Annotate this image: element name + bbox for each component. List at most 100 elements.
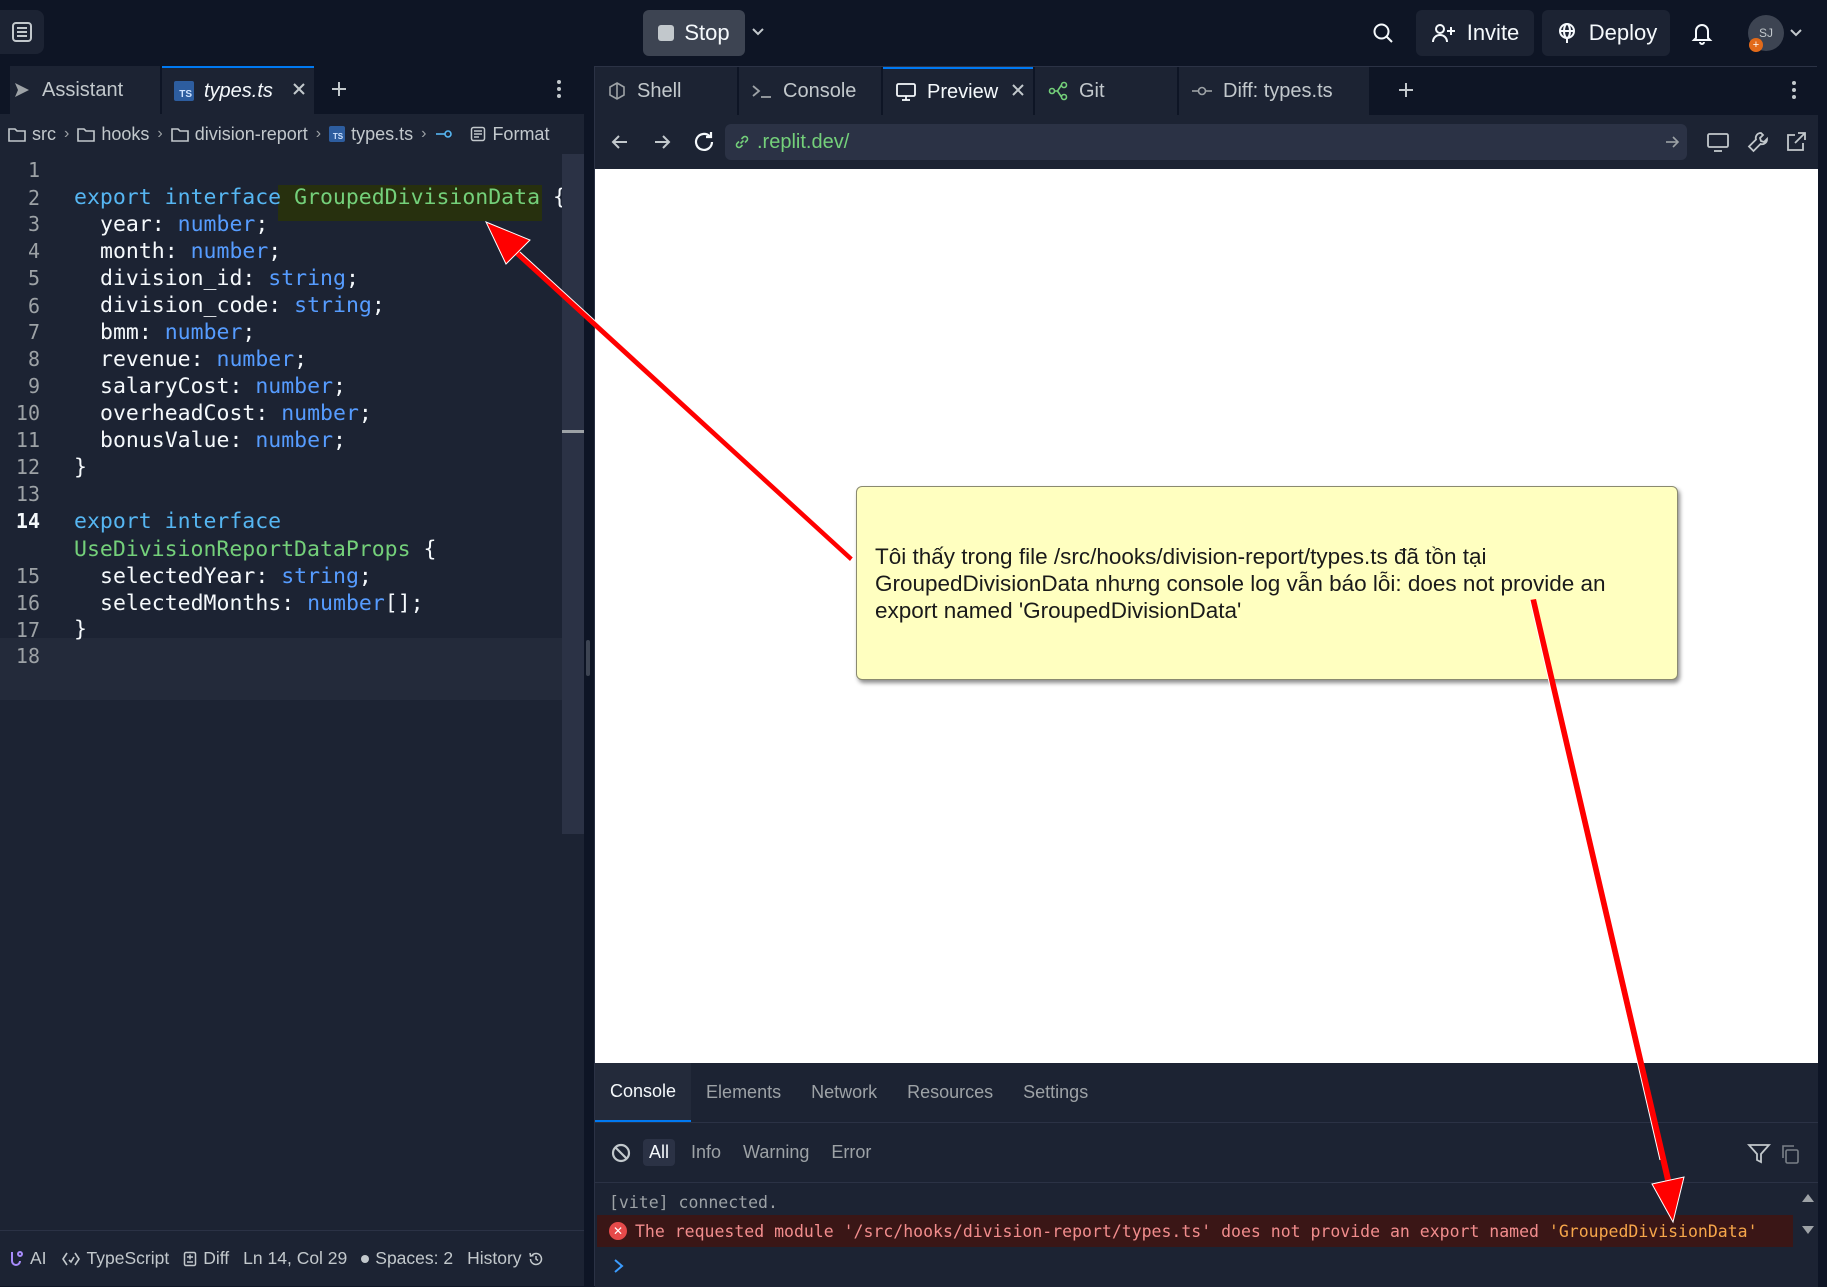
breadcrumb-hooks[interactable]: hooks xyxy=(77,124,149,145)
field-name: selectedMonths: xyxy=(100,591,308,616)
back-arrow-icon[interactable] xyxy=(607,129,633,155)
add-tab-icon[interactable] xyxy=(328,78,350,100)
line-number: 8 xyxy=(27,347,40,371)
scroll-up-icon[interactable] xyxy=(1801,1191,1815,1205)
url-bar[interactable]: .replit.dev/ xyxy=(725,124,1687,160)
code-line: export interface xyxy=(74,509,281,534)
unsaved-dot-icon xyxy=(361,1254,370,1263)
go-arrow-icon[interactable] xyxy=(1663,133,1681,151)
language-status[interactable]: TypeScript xyxy=(61,1248,170,1269)
preview-viewport[interactable]: Tôi thấy trong file /src/hooks/division-… xyxy=(595,169,1818,1063)
filter-funnel-icon[interactable] xyxy=(1747,1143,1771,1165)
scroll-down-icon[interactable] xyxy=(1801,1223,1815,1237)
more-options-icon[interactable] xyxy=(550,78,568,100)
field-type: number xyxy=(177,212,256,237)
tab-console-label: Console xyxy=(783,79,857,102)
breadcrumb-division-report[interactable]: division-report xyxy=(170,124,308,145)
code-line: overheadCost: number; xyxy=(100,401,372,426)
field-type: number xyxy=(255,428,334,453)
punctuation: ; xyxy=(268,239,282,264)
filter-info[interactable]: Info xyxy=(685,1139,727,1166)
breadcrumb-src[interactable]: src xyxy=(8,124,56,145)
reload-icon[interactable] xyxy=(691,129,717,155)
tab-console[interactable]: Console xyxy=(739,67,881,115)
breadcrumb: src › hooks › division-report › TS types… xyxy=(0,114,584,154)
format-button[interactable]: Format xyxy=(470,124,549,145)
copy-icon[interactable] xyxy=(1779,1143,1801,1165)
diff-status[interactable]: Diff xyxy=(183,1248,229,1269)
close-tab-icon[interactable] xyxy=(290,80,308,98)
bell-icon xyxy=(1691,24,1713,45)
devtools-tab-network[interactable]: Network xyxy=(796,1063,892,1122)
device-preview-icon[interactable] xyxy=(1705,129,1731,155)
field-type: string xyxy=(294,293,372,318)
error-icon: ✕ xyxy=(609,1222,627,1240)
ai-status[interactable]: AI xyxy=(8,1248,47,1269)
line-number: 1 xyxy=(27,158,40,182)
close-preview-tab-icon[interactable] xyxy=(1009,81,1027,99)
editor-scrollbar[interactable] xyxy=(562,154,584,834)
notifications-button[interactable] xyxy=(1688,18,1716,48)
history-button[interactable]: History xyxy=(467,1248,543,1269)
git-branch-icon xyxy=(1048,81,1068,101)
devtools-tab-resources[interactable]: Resources xyxy=(892,1063,1008,1122)
account-chevron-down-icon[interactable] xyxy=(1788,24,1804,40)
spaces-label: Spaces: 2 xyxy=(375,1248,454,1268)
pane-resize-handle[interactable] xyxy=(586,640,590,676)
tab-diff-types-ts[interactable]: Diff: types.ts xyxy=(1179,67,1369,115)
code-line: year: number; xyxy=(100,212,268,237)
tab-git[interactable]: Git xyxy=(1035,67,1177,115)
interface-name: GroupedDivisionData xyxy=(294,185,541,210)
devtools-tab-elements[interactable]: Elements xyxy=(691,1063,796,1122)
tab-assistant[interactable]: Assistant xyxy=(10,66,160,114)
folder-icon xyxy=(77,128,96,142)
clear-console-icon[interactable] xyxy=(609,1141,633,1165)
field-type: number xyxy=(216,347,295,372)
devtools-tab-settings[interactable]: Settings xyxy=(1008,1063,1103,1122)
console-prompt-chevron-icon[interactable] xyxy=(611,1255,627,1277)
error-message-text: The requested module '/src/hooks/divisio… xyxy=(635,1221,1549,1241)
punctuation: ; xyxy=(371,293,385,318)
devtools-tab-console[interactable]: Console xyxy=(595,1063,692,1122)
breadcrumb-types-ts[interactable]: TS types.ts xyxy=(329,124,413,145)
tab-git-label: Git xyxy=(1079,79,1105,102)
filter-error[interactable]: Error xyxy=(825,1139,877,1166)
cursor-position[interactable]: Ln 14, Col 29 xyxy=(243,1248,347,1269)
code-editor[interactable]: 1 2 3 4 5 6 7 8 9 10 11 12 13 14 15 16 1… xyxy=(0,154,566,1230)
avatar-initials: SJ xyxy=(1758,26,1773,40)
format-label: Format xyxy=(492,123,550,144)
field-name: month: xyxy=(100,239,191,264)
language-label: TypeScript xyxy=(86,1248,170,1268)
deploy-button[interactable]: Deploy xyxy=(1542,10,1670,56)
field-name: overheadCost: xyxy=(100,401,282,426)
format-icon xyxy=(471,126,486,142)
breadcrumb-src-label: src xyxy=(32,123,56,144)
code-line: bonusValue: number; xyxy=(100,428,346,453)
punctuation: ; xyxy=(345,266,359,291)
more-options-icon[interactable] xyxy=(1785,79,1803,101)
forward-arrow-icon[interactable] xyxy=(649,129,675,155)
invite-button[interactable]: Invite xyxy=(1416,10,1534,56)
console-error-entry[interactable]: ✕ The requested module '/src/hooks/divis… xyxy=(597,1215,1793,1247)
run-options-chevron-down-icon[interactable] xyxy=(748,22,768,42)
indentation-status[interactable]: Spaces: 2 xyxy=(361,1248,453,1269)
code-line: } xyxy=(74,617,87,642)
stop-button[interactable]: Stop xyxy=(643,10,745,56)
filter-all[interactable]: All xyxy=(643,1139,676,1166)
add-tool-tab-icon[interactable] xyxy=(1395,79,1417,101)
symbol-icon[interactable] xyxy=(434,127,454,141)
tab-shell[interactable]: Shell xyxy=(595,67,737,115)
devtools-wrench-icon[interactable] xyxy=(1745,129,1771,155)
line-number: 12 xyxy=(15,455,40,479)
open-new-tab-icon[interactable] xyxy=(1783,129,1809,155)
code-line: selectedYear: string; xyxy=(100,564,372,589)
field-type: number xyxy=(190,239,269,264)
stop-label: Stop xyxy=(684,20,730,45)
filter-warning[interactable]: Warning xyxy=(737,1139,815,1166)
line-number: 17 xyxy=(15,618,40,642)
stop-icon xyxy=(658,25,675,41)
folder-icon xyxy=(8,128,26,142)
search-button[interactable] xyxy=(1368,16,1398,50)
code-line: selectedMonths: number[]; xyxy=(100,591,424,616)
workspace-menu-button[interactable] xyxy=(0,10,44,54)
